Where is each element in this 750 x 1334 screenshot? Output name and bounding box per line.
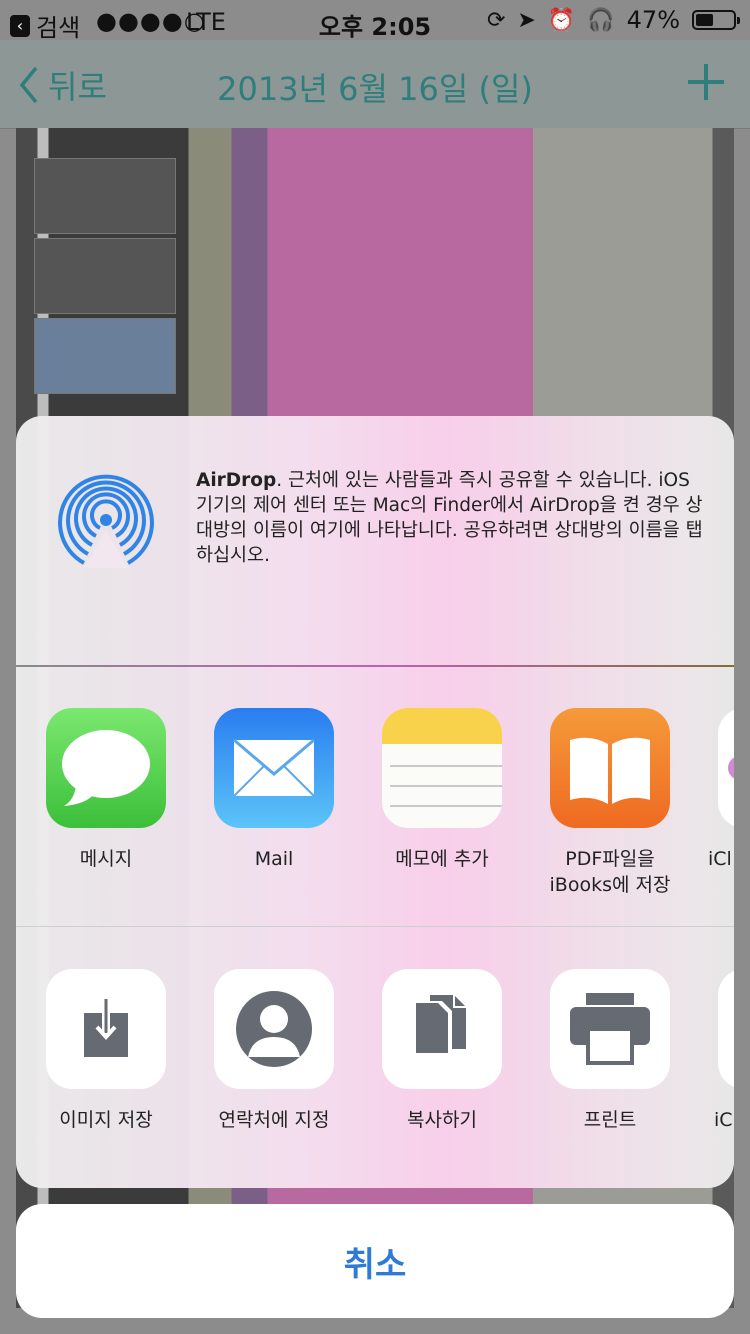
share-app-label: iCl xyxy=(708,848,732,870)
magazine-cover xyxy=(34,238,176,314)
action-label: 복사하기 xyxy=(407,1109,477,1131)
share-app-label: Mail xyxy=(254,848,294,870)
divider xyxy=(16,665,734,667)
magazine-cover xyxy=(34,318,176,394)
save-image-icon xyxy=(46,969,166,1089)
magazine-cover xyxy=(34,158,176,234)
status-bar: ‹ 검색 ●●●●○ LTE 오후 2:05 ⟳ ➤ ⏰ 🎧 47% xyxy=(0,0,750,42)
print-icon xyxy=(550,969,670,1089)
share-app-messages[interactable]: 메시지 xyxy=(26,708,186,872)
share-app-label: 메모에 추가 xyxy=(395,848,489,870)
share-app-mail[interactable]: Mail xyxy=(194,708,354,872)
navigation-bar: 뒤로 2013년 6월 16일 (일) xyxy=(0,40,750,129)
action-save-image[interactable]: 이미지 저장 xyxy=(26,969,186,1133)
action-label: 이미지 저장 xyxy=(59,1109,153,1131)
headphones-icon: 🎧 xyxy=(587,7,615,33)
page-title: 2013년 6월 16일 (일) xyxy=(217,70,533,108)
location-icon: ➤ xyxy=(517,7,536,33)
cancel-button[interactable]: 취소 xyxy=(16,1204,734,1318)
plus-icon xyxy=(688,64,724,100)
notes-icon xyxy=(382,708,502,828)
share-app-label: PDF파일을 iBooks에 저장 xyxy=(549,848,671,896)
share-sheet: AirDrop. 근처에 있는 사람들과 즉시 공유할 수 있습니다. iOS … xyxy=(16,416,734,1188)
copy-icon xyxy=(382,969,502,1089)
contact-icon xyxy=(214,969,334,1089)
share-actions-row: 이미지 저장 연락처에 지정 복사하기 프린트 iC xyxy=(16,969,734,1179)
share-app-icloud[interactable]: iCl xyxy=(698,708,734,872)
share-apps-row: 메시지 Mail 메모에 추가 PDF파일을 iBooks에 저장 iCl xyxy=(16,708,734,928)
mail-icon xyxy=(214,708,334,828)
action-label: 연락처에 지정 xyxy=(218,1109,330,1131)
ibooks-icon xyxy=(550,708,670,828)
add-button[interactable] xyxy=(686,62,726,106)
battery-percent: 47% xyxy=(626,6,680,34)
action-label: iC xyxy=(714,1109,733,1131)
action-assign-contact[interactable]: 연락처에 지정 xyxy=(194,969,354,1133)
share-app-label: 메시지 xyxy=(79,848,133,870)
battery-icon xyxy=(692,10,740,30)
airdrop-section: AirDrop. 근처에 있는 사람들과 즉시 공유할 수 있습니다. iOS … xyxy=(16,416,734,665)
airdrop-description: AirDrop. 근처에 있는 사람들과 즉시 공유할 수 있습니다. iOS … xyxy=(196,468,706,568)
share-app-notes[interactable]: 메모에 추가 xyxy=(362,708,522,872)
share-app-ibooks[interactable]: PDF파일을 iBooks에 저장 xyxy=(530,708,690,898)
action-print[interactable]: 프린트 xyxy=(530,969,690,1133)
icloud-icon xyxy=(718,708,734,828)
action-copy[interactable]: 복사하기 xyxy=(362,969,522,1133)
airdrop-title: AirDrop xyxy=(196,470,277,491)
rotation-lock-icon: ⟳ xyxy=(486,7,506,33)
action-label: 프린트 xyxy=(583,1109,637,1131)
action-icloud[interactable]: iC xyxy=(698,969,734,1133)
airdrop-icon xyxy=(58,474,154,568)
alarm-icon: ⏰ xyxy=(547,7,576,33)
divider xyxy=(16,926,734,927)
icloud-action-icon xyxy=(718,969,734,1089)
messages-icon xyxy=(46,708,166,828)
